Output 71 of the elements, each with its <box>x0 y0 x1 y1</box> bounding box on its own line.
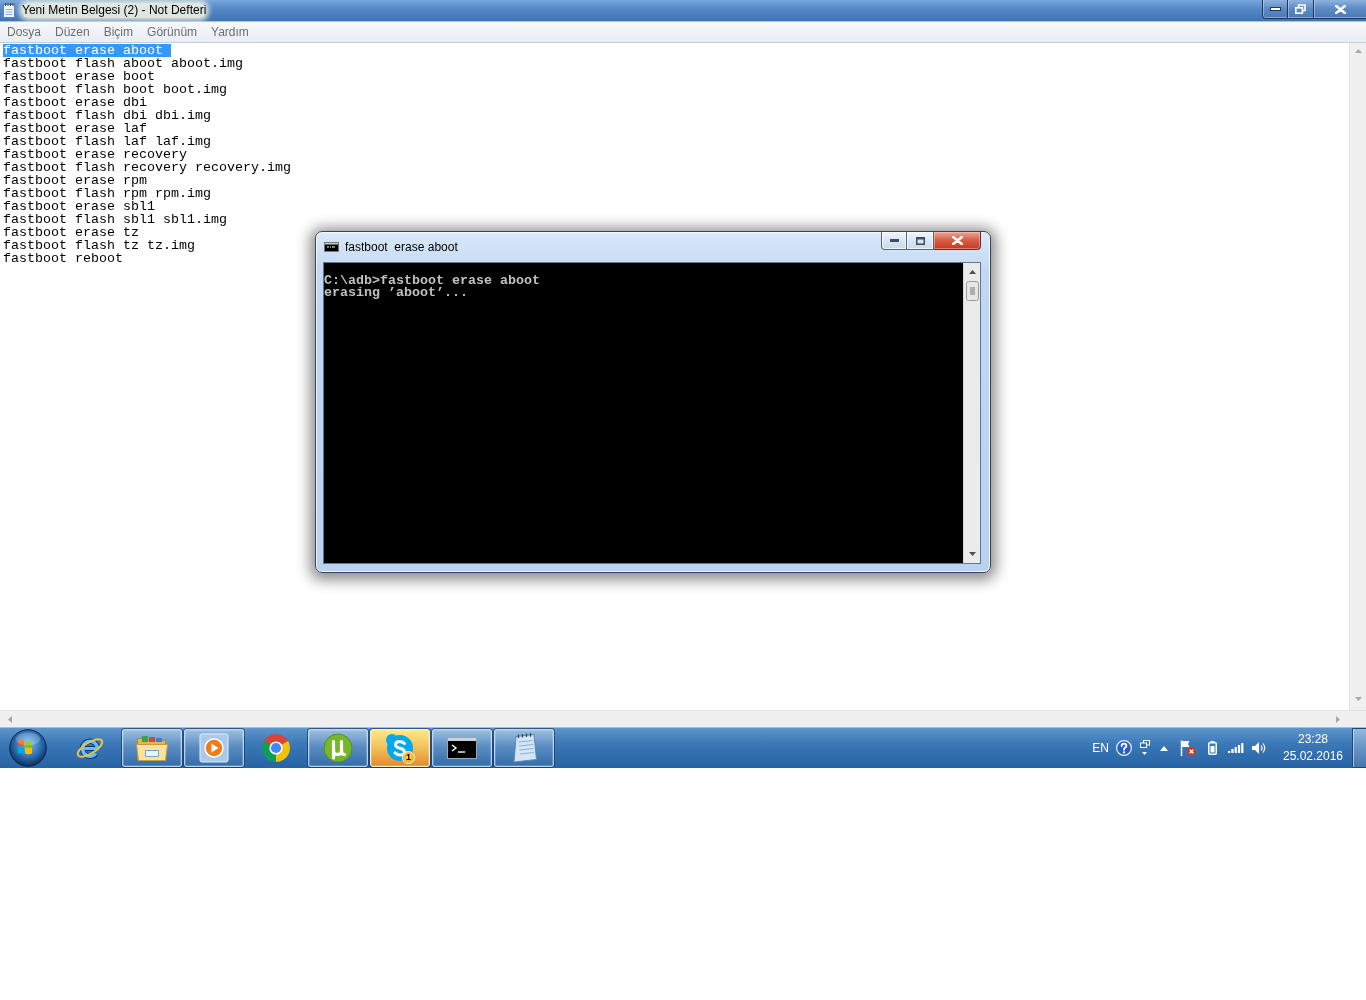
notepad-icon <box>3 3 15 18</box>
battery-icon[interactable] <box>1208 741 1217 755</box>
text-line: fastboot flash laf laf.img <box>3 135 211 148</box>
signal-icon[interactable] <box>1228 743 1244 753</box>
console-output[interactable]: C:\adb>fastboot erase aboot erasing ’aboot’... <box>324 263 963 563</box>
play-icon <box>199 733 229 763</box>
horizontal-scrollbar[interactable] <box>0 710 1366 727</box>
left-arrow-icon <box>8 715 12 723</box>
menu-item[interactable]: Dosya <box>0 23 48 41</box>
text-line: fastboot flash aboot aboot.img <box>3 57 243 70</box>
notepad-icon <box>510 733 538 763</box>
text-line: fastboot erase laf <box>3 122 147 135</box>
close-icon <box>951 236 963 245</box>
terminal-icon <box>447 737 477 759</box>
window-title: Yeni Metin Belgesi (2) - Not Defteri <box>22 3 207 18</box>
show-desktop-button[interactable] <box>1352 728 1366 768</box>
clock-time[interactable]: 23:28 <box>1298 731 1328 748</box>
up-arrow-icon <box>968 270 976 274</box>
text-line: fastboot erase boot <box>3 70 155 83</box>
vertical-scrollbar[interactable] <box>1349 43 1366 710</box>
menu-item[interactable]: Düzen <box>48 23 97 41</box>
clock-date[interactable]: 25.02.2016 <box>1282 748 1344 765</box>
down-arrow-icon <box>1354 697 1362 701</box>
minimize-button[interactable] <box>881 232 907 250</box>
text-line: fastboot flash dbi dbi.img <box>3 109 211 122</box>
start-orb-icon <box>9 729 47 767</box>
minimize-icon <box>889 239 899 242</box>
window-title: fastboot erase aboot <box>345 240 458 254</box>
triangle-up-icon[interactable] <box>1160 745 1168 751</box>
text-line: fastboot reboot <box>3 252 123 265</box>
text-line: fastboot flash tz tz.img <box>3 239 195 252</box>
mu-symbol-icon <box>323 733 353 763</box>
stacked-windows-icon[interactable] <box>1140 740 1150 756</box>
help-icon[interactable] <box>1116 740 1132 756</box>
text-line: fastboot erase sbl1 <box>3 200 155 213</box>
text-line: fastboot erase tz <box>3 226 139 239</box>
minimize-icon <box>1269 7 1281 11</box>
close-button[interactable] <box>934 232 981 250</box>
text-line: fastboot flash sbl1 sbl1.img <box>3 213 227 226</box>
up-arrow-icon <box>1354 49 1362 53</box>
restore-button[interactable] <box>1288 0 1314 19</box>
menu-item[interactable]: Yardım <box>204 23 256 41</box>
menu-item[interactable]: Biçim <box>96 23 141 41</box>
menu-item[interactable]: Görünüm <box>140 23 205 41</box>
maximize-icon <box>915 236 925 245</box>
notification-count: 1 <box>402 751 415 764</box>
browser-logo-icon <box>261 733 291 763</box>
scroll-thumb[interactable] <box>965 281 979 301</box>
text-line: fastboot flash boot boot.img <box>3 83 227 96</box>
text-line: fastboot flash rpm rpm.img <box>3 187 211 200</box>
text-line: fastboot erase rpm <box>3 174 147 187</box>
text-line: fastboot erase dbi <box>3 96 147 109</box>
right-arrow-icon <box>1336 715 1340 723</box>
vertical-scrollbar[interactable] <box>963 263 980 563</box>
flag-icon[interactable] <box>1180 740 1196 756</box>
minimize-button[interactable] <box>1262 0 1288 19</box>
speaker-icon[interactable] <box>1252 742 1266 754</box>
text-line: fastboot erase recovery <box>3 148 187 161</box>
console-line: C:\adb>fastboot erase aboot <box>324 275 540 287</box>
terminal-icon <box>324 242 339 252</box>
close-icon <box>1334 4 1346 14</box>
close-button[interactable] <box>1314 0 1366 19</box>
taskbar-button[interactable] <box>432 729 492 767</box>
language-indicator[interactable]: EN <box>1092 741 1109 755</box>
folder-icon <box>136 734 168 762</box>
down-arrow-icon <box>968 552 976 556</box>
taskbar-button[interactable]: 1 <box>370 729 430 767</box>
maximize-button[interactable] <box>907 232 934 250</box>
restore-icon <box>1295 4 1306 14</box>
text-line: fastboot flash recovery recovery.img <box>3 161 291 174</box>
console-line: erasing ’aboot’... <box>324 287 468 299</box>
